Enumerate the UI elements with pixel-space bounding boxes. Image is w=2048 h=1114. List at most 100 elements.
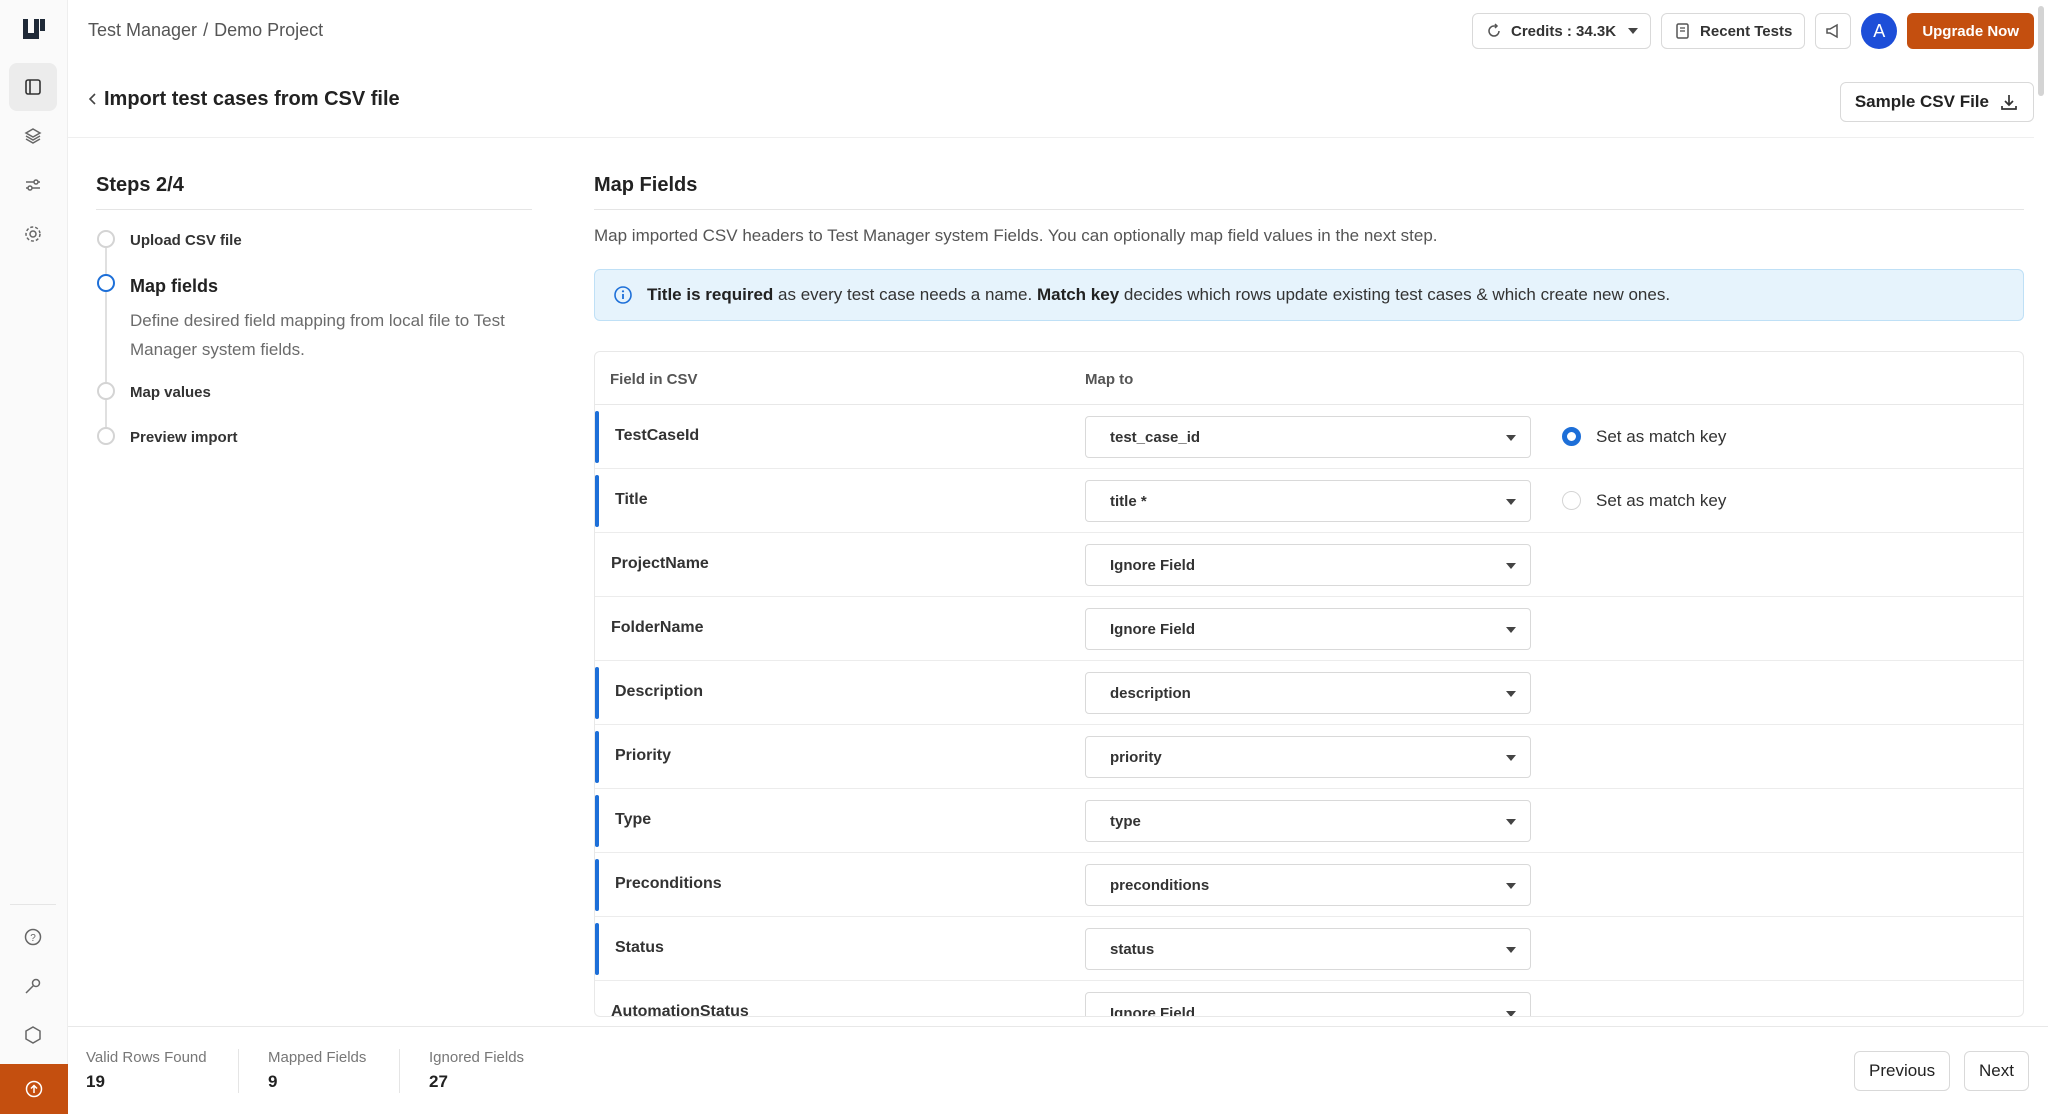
- caret-down-icon: [1506, 947, 1516, 953]
- caret-down-icon: [1506, 819, 1516, 825]
- mapped-indicator: [595, 475, 599, 527]
- left-rail: ?: [0, 0, 68, 1114]
- csv-field-name: ProjectName: [611, 555, 709, 572]
- breadcrumb-app[interactable]: Test Manager: [88, 20, 197, 41]
- map-to-select[interactable]: Ignore Field: [1085, 992, 1531, 1017]
- page-header: Import test cases from CSV file Sample C…: [68, 78, 2034, 126]
- map-divider: [594, 209, 2024, 210]
- select-value: test_case_id: [1110, 429, 1201, 446]
- map-to-select[interactable]: title *: [1085, 480, 1531, 522]
- key-icon: [25, 978, 41, 994]
- csv-field-name: Type: [615, 811, 652, 828]
- rail-divider: [10, 904, 56, 905]
- table-row: ProjectName Ignore Field: [595, 533, 2023, 597]
- mapped-indicator: [595, 923, 599, 975]
- select-value: Ignore Field: [1110, 621, 1196, 638]
- svg-text:?: ?: [30, 933, 36, 944]
- user-avatar[interactable]: A: [1861, 13, 1898, 49]
- next-button[interactable]: Next: [1964, 1051, 2029, 1091]
- valid-rows-value: 19: [86, 1072, 105, 1091]
- back-chevron-icon[interactable]: [86, 92, 100, 106]
- csv-field-name: Priority: [615, 747, 672, 764]
- recent-tests-button[interactable]: Recent Tests: [1661, 13, 1806, 49]
- sample-csv-button[interactable]: Sample CSV File: [1839, 82, 2034, 122]
- api-key-button[interactable]: [9, 962, 57, 1010]
- layers-icon: [24, 128, 42, 144]
- credits-dropdown[interactable]: Credits : 34.3K: [1472, 13, 1652, 49]
- match-key-label[interactable]: Set as match key: [1596, 427, 1726, 447]
- mapped-indicator: [595, 859, 599, 911]
- mapped-fields-label: Mapped Fields: [268, 1049, 367, 1066]
- mapped-indicator: [595, 667, 599, 719]
- announcements-button[interactable]: [1815, 13, 1852, 49]
- apps-icon: [25, 1026, 41, 1044]
- previous-button[interactable]: Previous: [1854, 1051, 1951, 1091]
- match-key-label[interactable]: Set as match key: [1596, 491, 1726, 511]
- apps-button[interactable]: [9, 1011, 57, 1059]
- map-to-select[interactable]: Ignore Field: [1085, 544, 1531, 586]
- select-value: title *: [1110, 493, 1147, 510]
- select-value: Ignore Field: [1110, 1005, 1196, 1017]
- caret-down-icon: [1506, 1011, 1516, 1016]
- step-2-label: Map fields: [130, 276, 219, 296]
- map-to-select[interactable]: Ignore Field: [1085, 608, 1531, 650]
- help-button[interactable]: ?: [9, 913, 57, 961]
- step-3-label: Map values: [130, 384, 211, 401]
- caret-down-icon: [1506, 755, 1516, 761]
- breadcrumb-project[interactable]: Demo Project: [214, 20, 323, 41]
- map-to-select[interactable]: description: [1085, 672, 1531, 714]
- gear-icon: [25, 226, 41, 242]
- caret-down-icon: [1506, 883, 1516, 889]
- map-to-select[interactable]: type: [1085, 800, 1531, 842]
- table-row: Status status: [595, 917, 2023, 981]
- map-to-select[interactable]: preconditions: [1085, 864, 1531, 906]
- valid-rows-stat: Valid Rows Found 19: [86, 1049, 207, 1092]
- recent-tests-label: Recent Tests: [1700, 22, 1793, 40]
- test-cases-nav-button[interactable]: [9, 63, 57, 111]
- ignored-fields-value: 27: [429, 1072, 448, 1091]
- caret-down-icon: [1506, 435, 1516, 441]
- document-icon: [1676, 23, 1689, 39]
- valid-rows-label: Valid Rows Found: [86, 1049, 207, 1066]
- header-divider: [68, 137, 2034, 138]
- upgrade-button[interactable]: Upgrade Now: [1907, 13, 2034, 49]
- table-row: AutomationStatus Ignore Field: [595, 981, 2023, 1017]
- match-key-radio[interactable]: [1562, 491, 1581, 510]
- table-row: Title title * Set as match key: [595, 469, 2023, 533]
- table-row: FolderName Ignore Field: [595, 597, 2023, 661]
- ignored-fields-stat: Ignored Fields 27: [429, 1049, 524, 1092]
- step-4-label: Preview import: [130, 429, 238, 446]
- page-title: Import test cases from CSV file: [104, 88, 400, 110]
- csv-field-name: FolderName: [611, 619, 704, 636]
- page-scrollbar[interactable]: [2038, 6, 2044, 96]
- mapped-indicator: [595, 795, 599, 847]
- table-row: Description description: [595, 661, 2023, 725]
- map-to-select[interactable]: priority: [1085, 736, 1531, 778]
- caret-down-icon: [1506, 691, 1516, 697]
- info-text-2: decides which rows update existing test …: [1123, 285, 1671, 304]
- breadcrumb: Test Manager / Demo Project: [88, 20, 323, 41]
- info-bold-match-key: Match key: [1036, 285, 1120, 304]
- map-fields-description: Map imported CSV headers to Test Manager…: [594, 226, 1438, 245]
- download-icon: [2001, 95, 2017, 110]
- app-logo[interactable]: [20, 16, 48, 44]
- match-key-radio[interactable]: [1562, 427, 1581, 446]
- upload-status-button[interactable]: [0, 1064, 68, 1114]
- mapped-indicator: [595, 411, 599, 463]
- test-runs-nav-button[interactable]: [9, 112, 57, 160]
- step-2-description: Define desired field mapping from local …: [130, 311, 505, 359]
- refresh-icon: [1488, 23, 1500, 37]
- caret-down-icon: [1628, 28, 1639, 34]
- step-1-label: Upload CSV file: [130, 232, 242, 249]
- integrations-nav-button[interactable]: [9, 161, 57, 209]
- map-to-select[interactable]: test_case_id: [1085, 416, 1531, 458]
- map-to-select[interactable]: status: [1085, 928, 1531, 970]
- csv-field-name: Status: [615, 939, 664, 956]
- select-value: preconditions: [1110, 877, 1210, 894]
- info-text-1: as every test case needs a name.: [778, 285, 1033, 304]
- mapped-indicator: [595, 731, 599, 783]
- sample-csv-label: Sample CSV File: [1854, 92, 1989, 111]
- table-row: TestCaseId test_case_id Set as match key: [595, 405, 2023, 469]
- settings-nav-button[interactable]: [9, 210, 57, 258]
- mapped-fields-value: 9: [268, 1072, 278, 1091]
